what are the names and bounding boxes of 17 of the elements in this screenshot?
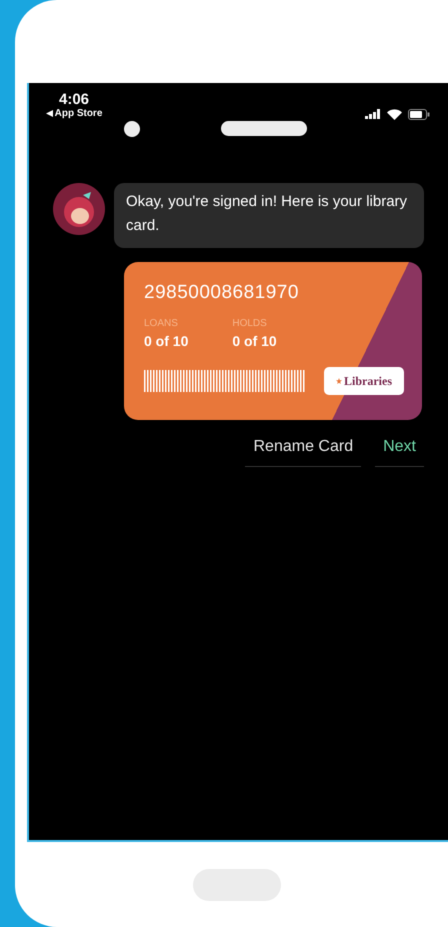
- logo-text: Libraries: [344, 374, 392, 388]
- avatar-drawing: [53, 183, 105, 235]
- rename-card-button[interactable]: Rename Card: [245, 430, 362, 467]
- star-icon: [336, 378, 342, 384]
- back-triangle-icon: [46, 110, 53, 117]
- back-to-app-link[interactable]: App Store: [46, 108, 102, 119]
- stat-label: LOANS: [144, 318, 179, 329]
- stat-value: 0 of 10: [144, 333, 188, 349]
- card-number: 29850008681970: [144, 282, 300, 304]
- next-button[interactable]: Next: [375, 430, 424, 467]
- wifi-icon: [387, 108, 402, 120]
- stat-value: 0 of 10: [232, 333, 277, 349]
- signal-icon: [365, 109, 381, 119]
- status-time: 4:06: [58, 91, 90, 108]
- battery-icon: [408, 108, 430, 120]
- chat-message: Okay, you're signed in! Here is your library card.: [114, 183, 424, 248]
- stat-label: HOLDS: [232, 318, 268, 329]
